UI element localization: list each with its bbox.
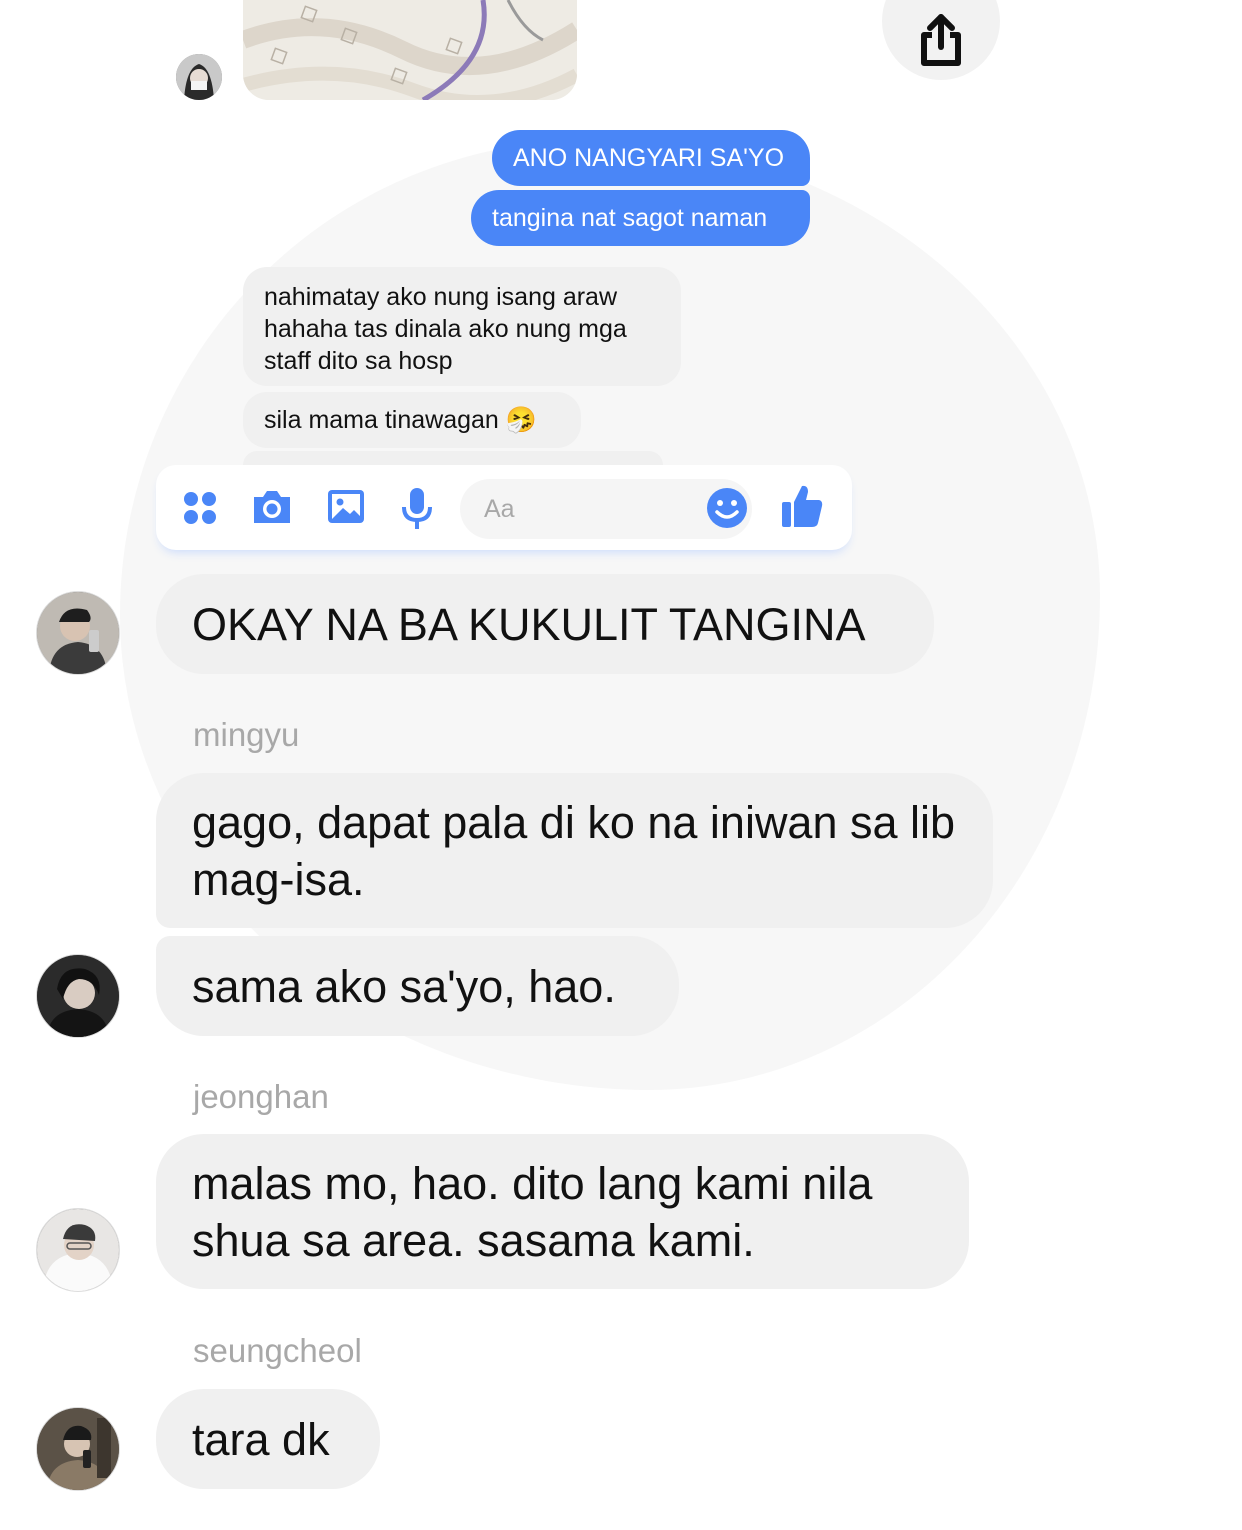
- emoji-icon[interactable]: [706, 487, 748, 529]
- avatar[interactable]: [36, 591, 120, 675]
- received-message[interactable]: malas mo, hao. dito lang kami nila shua …: [156, 1134, 969, 1289]
- shared-photo[interactable]: [243, 0, 577, 100]
- sent-message[interactable]: ANO NANGYARI SA'YO: [492, 130, 810, 186]
- avatar[interactable]: [36, 954, 120, 1038]
- share-icon: [921, 14, 961, 66]
- camera-icon[interactable]: [250, 487, 294, 527]
- message-composer: Aa: [156, 465, 852, 550]
- received-message[interactable]: gago, dapat pala di ko na iniwan sa lib …: [156, 773, 993, 928]
- apps-icon[interactable]: [182, 490, 218, 526]
- thumbs-up-icon[interactable]: [780, 483, 824, 529]
- received-message[interactable]: tara dk: [156, 1389, 380, 1489]
- message-text: gago, dapat pala di ko na iniwan sa lib …: [192, 796, 956, 905]
- message-text: tara dk: [192, 1413, 330, 1465]
- avatar[interactable]: [36, 1208, 120, 1292]
- sender-name: jeonghan: [193, 1078, 329, 1115]
- received-message[interactable]: sama ako sa'yo, hao.: [156, 936, 679, 1036]
- message-text: OKAY NA BA KUKULIT TANGINA: [192, 598, 866, 650]
- message-text: sama ako sa'yo, hao.: [192, 960, 616, 1012]
- avatar[interactable]: [176, 54, 222, 100]
- received-message[interactable]: OKAY NA BA KUKULIT TANGINA: [156, 574, 934, 674]
- avatar[interactable]: [36, 1407, 120, 1491]
- received-message[interactable]: nahimatay ako nung isang araw hahaha tas…: [243, 267, 681, 386]
- sender-name: mingyu: [193, 716, 300, 753]
- received-message[interactable]: sila mama tinawagan 🤧: [243, 392, 581, 448]
- sent-message[interactable]: tangina nat sagot naman: [471, 190, 810, 246]
- message-input-placeholder: Aa: [484, 495, 515, 523]
- message-text: malas mo, hao. dito lang kami nila shua …: [192, 1157, 873, 1266]
- microphone-icon[interactable]: [400, 487, 434, 531]
- received-message-partial: [243, 451, 663, 465]
- sender-name: seungcheol: [193, 1332, 362, 1369]
- gallery-icon[interactable]: [326, 487, 366, 527]
